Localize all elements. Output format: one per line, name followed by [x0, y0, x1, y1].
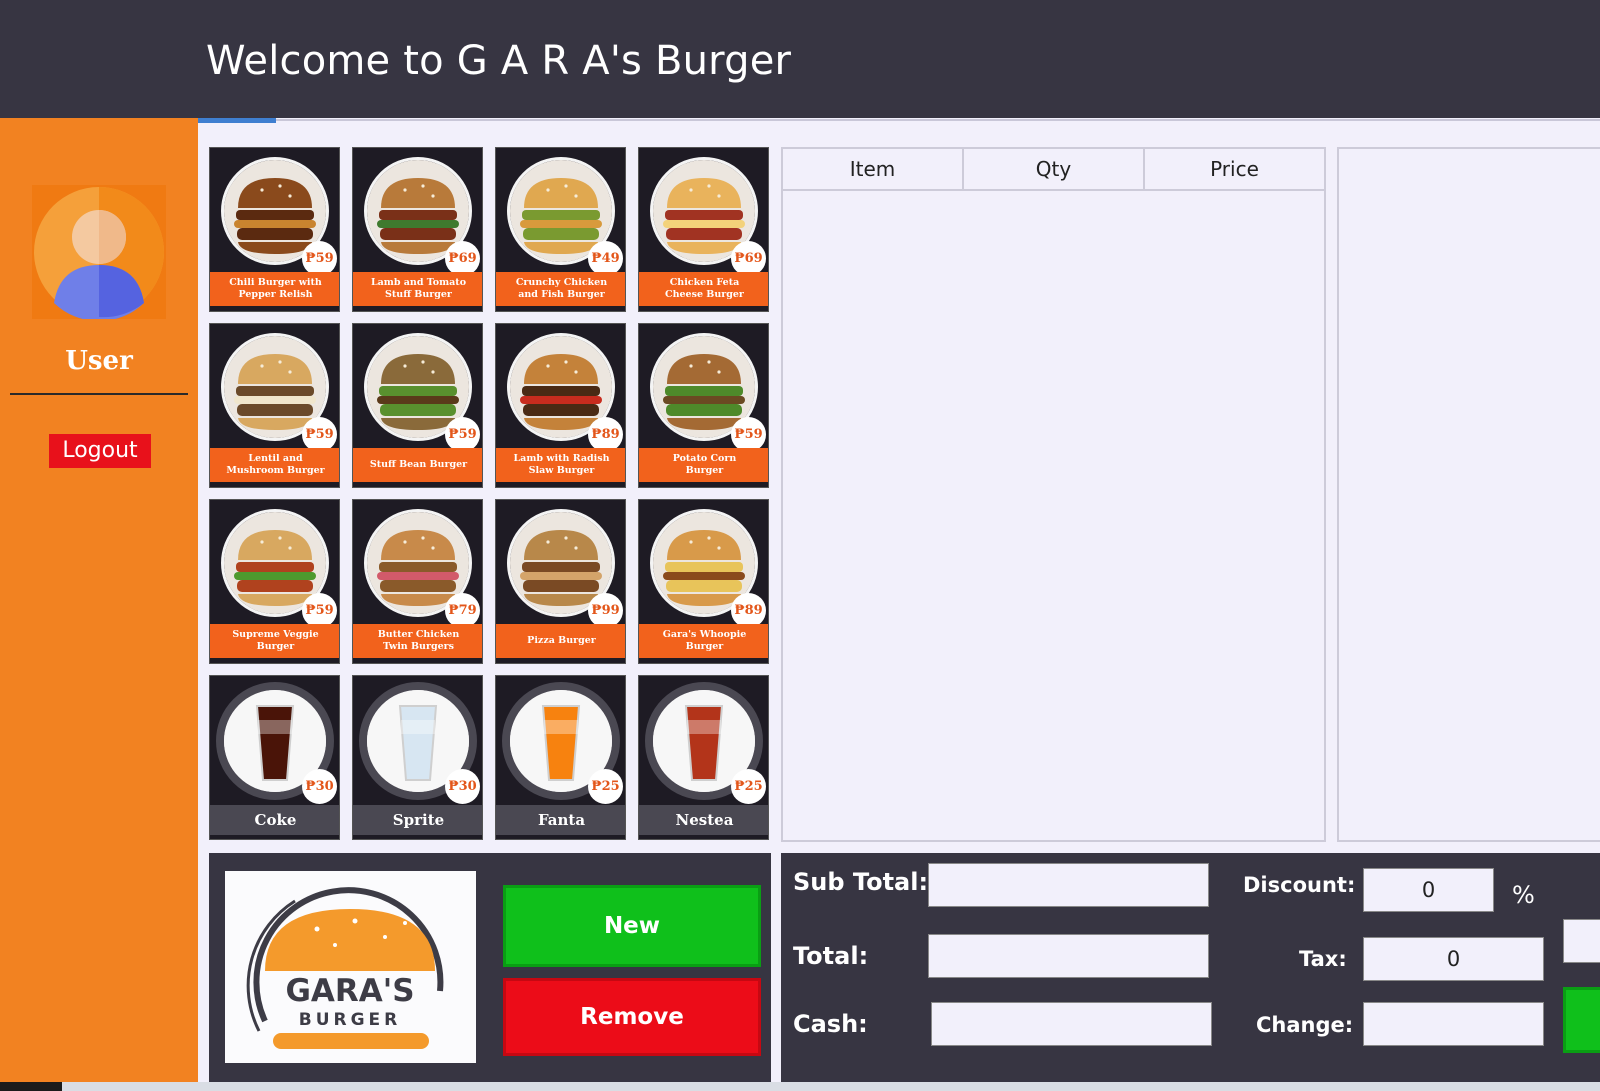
- tab-strip: [198, 119, 1600, 121]
- price-badge: ₱59: [302, 417, 337, 452]
- menu-item-lamb-and-tomato-stuff-burger[interactable]: ₱69 Lamb and Tomato Stuff Burger: [352, 147, 483, 312]
- price-badge: ₱25: [588, 769, 623, 804]
- menu-item-coke[interactable]: ₱30 Coke: [209, 675, 340, 840]
- price-badge: ₱69: [731, 241, 766, 276]
- menu-item-stuff-bean-burger[interactable]: ₱59 Stuff Bean Burger: [352, 323, 483, 488]
- menu-item-label: Stuff Bean Burger: [353, 448, 482, 482]
- price-badge: ₱89: [588, 417, 623, 452]
- menu-item-label: Nestea: [639, 805, 768, 835]
- discount-percent-sign: %: [1512, 881, 1535, 909]
- cash-field[interactable]: [931, 1002, 1212, 1046]
- menu-item-chicken-feta-cheese-burger[interactable]: ₱69 Chicken Feta Cheese Burger: [638, 147, 769, 312]
- price-badge: ₱25: [731, 769, 766, 804]
- price-badge: ₱59: [445, 417, 480, 452]
- menu-item-label: Coke: [210, 805, 339, 835]
- menu-item-crunchy-chicken-and-fish-burger[interactable]: ₱49 Crunchy Chicken and Fish Burger: [495, 147, 626, 312]
- price-badge: ₱30: [445, 769, 480, 804]
- menu-item-pizza-burger[interactable]: ₱99 Pizza Burger: [495, 499, 626, 664]
- menu-item-nestea[interactable]: ₱25 Nestea: [638, 675, 769, 840]
- order-table-header: Item Qty Price: [783, 149, 1324, 191]
- price-badge: ₱59: [302, 241, 337, 276]
- app-title: Welcome to G A R A's Burger: [206, 38, 792, 84]
- menu-item-chili-burger-with-pepper-relish[interactable]: ₱59 Chili Burger with Pepper Relish: [209, 147, 340, 312]
- sidebar: User Logout: [0, 118, 198, 1091]
- remove-item-button[interactable]: Remove: [503, 978, 761, 1056]
- column-header-qty[interactable]: Qty: [964, 149, 1145, 189]
- discount-field[interactable]: [1363, 868, 1494, 912]
- menu-item-label: Butter Chicken Twin Burgers: [353, 624, 482, 658]
- menu-item-sprite[interactable]: ₱30 Sprite: [352, 675, 483, 840]
- sub-total-label: Sub Total:: [793, 868, 929, 896]
- logout-button[interactable]: Logout: [49, 434, 151, 468]
- price-badge: ₱69: [445, 241, 480, 276]
- order-table[interactable]: Item Qty Price: [781, 147, 1326, 842]
- menu-item-lamb-with-radish-slaw-burger[interactable]: ₱89 Lamb with Radish Slaw Burger: [495, 323, 626, 488]
- taskbar: [0, 1082, 1600, 1091]
- logo-text-line2: BURGER: [299, 1010, 402, 1030]
- active-tab-indicator[interactable]: [198, 118, 276, 123]
- total-label: Total:: [793, 942, 869, 970]
- gara-burger-logo: GARA'S BURGER: [225, 871, 476, 1063]
- pay-button[interactable]: [1563, 987, 1600, 1053]
- pos-window: Welcome to G A R A's Burger User Logout …: [0, 0, 1600, 1091]
- price-badge: ₱30: [302, 769, 337, 804]
- change-field[interactable]: [1363, 1002, 1544, 1046]
- price-badge: ₱79: [445, 593, 480, 628]
- header-bar: Welcome to G A R A's Burger: [0, 0, 1600, 118]
- menu-item-fanta[interactable]: ₱25 Fanta: [495, 675, 626, 840]
- total-field[interactable]: [928, 934, 1209, 978]
- user-avatar-icon: [32, 185, 166, 319]
- menu-item-label: Fanta: [496, 805, 625, 835]
- menu-item-potato-corn-burger[interactable]: ₱59 Potato Corn Burger: [638, 323, 769, 488]
- menu-item-gara-s-whoopie-burger[interactable]: ₱89 Gara's Whoopie Burger: [638, 499, 769, 664]
- menu-item-label: Supreme Veggie Burger: [210, 624, 339, 658]
- menu-item-label: Crunchy Chicken and Fish Burger: [496, 272, 625, 306]
- menu-item-butter-chicken-twin-burgers[interactable]: ₱79 Butter Chicken Twin Burgers: [352, 499, 483, 664]
- menu-item-label: Gara's Whoopie Burger: [639, 624, 768, 658]
- logo-text-line1: GARA'S: [285, 973, 414, 1009]
- menu-item-label: Pizza Burger: [496, 624, 625, 658]
- price-badge: ₱59: [731, 417, 766, 452]
- menu-item-label: Lentil and Mushroom Burger: [210, 448, 339, 482]
- user-divider: [10, 393, 188, 395]
- price-badge: ₱59: [302, 593, 337, 628]
- column-header-item[interactable]: Item: [783, 149, 964, 189]
- menu-item-label: Lamb and Tomato Stuff Burger: [353, 272, 482, 306]
- menu-item-lentil-and-mushroom-burger[interactable]: ₱59 Lentil and Mushroom Burger: [209, 323, 340, 488]
- cash-label: Cash:: [793, 1010, 868, 1038]
- change-label: Change:: [1256, 1013, 1354, 1037]
- actions-panel: GARA'S BURGER New Remove: [209, 853, 771, 1091]
- column-header-price[interactable]: Price: [1145, 149, 1324, 189]
- menu-item-supreme-veggie-burger[interactable]: ₱59 Supreme Veggie Burger: [209, 499, 340, 664]
- menu-item-label: Chicken Feta Cheese Burger: [639, 272, 768, 306]
- totals-panel: Sub Total: Total: Cash: Discount: % Tax:…: [781, 853, 1600, 1091]
- menu-item-label: Chili Burger with Pepper Relish: [210, 272, 339, 306]
- sub-total-field[interactable]: [928, 863, 1209, 907]
- extra-field[interactable]: [1563, 919, 1600, 963]
- price-badge: ₱99: [588, 593, 623, 628]
- price-badge: ₱89: [731, 593, 766, 628]
- price-badge: ₱49: [588, 241, 623, 276]
- menu-item-label: Sprite: [353, 805, 482, 835]
- username-label: User: [65, 346, 133, 376]
- receipt-panel[interactable]: [1337, 147, 1600, 842]
- menu-item-label: Potato Corn Burger: [639, 448, 768, 482]
- new-order-button[interactable]: New: [503, 885, 761, 967]
- tax-field[interactable]: [1363, 937, 1544, 981]
- menu-item-label: Lamb with Radish Slaw Burger: [496, 448, 625, 482]
- tax-label: Tax:: [1299, 947, 1347, 971]
- discount-label: Discount:: [1243, 873, 1356, 897]
